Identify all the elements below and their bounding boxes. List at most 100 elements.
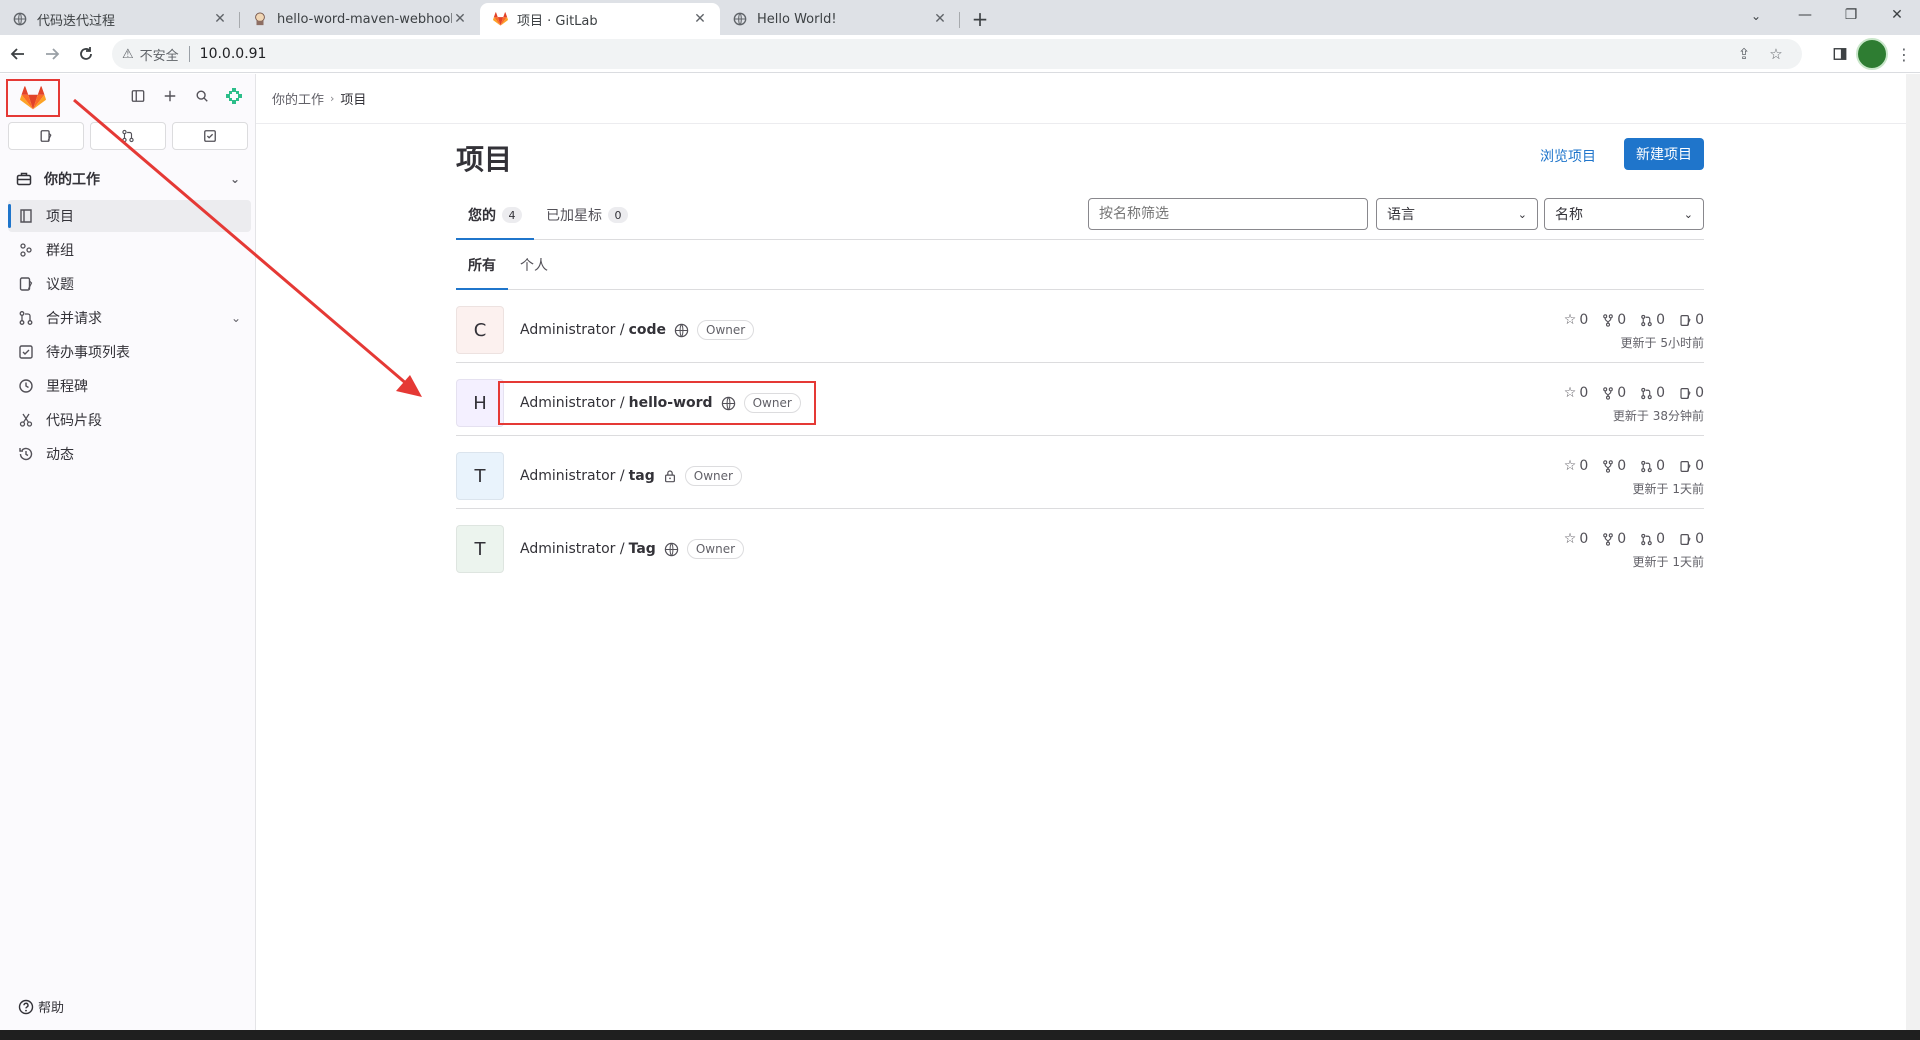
merge-requests-count[interactable]: 0: [1640, 312, 1665, 328]
merge-requests-button[interactable]: [90, 122, 166, 150]
forward-icon[interactable]: [36, 38, 68, 70]
globe-icon: [674, 323, 689, 338]
project-name: tag: [628, 468, 655, 484]
share-icon[interactable]: ⇪: [1728, 45, 1760, 63]
tab-search-chevron-icon[interactable]: ⌄: [1742, 4, 1770, 28]
project-list: C Administrator / code Owner ☆ 0 0 0 0 更新…: [456, 290, 1704, 582]
forks-count[interactable]: 0: [1602, 312, 1626, 328]
sidebar-item-groups[interactable]: 群组: [8, 234, 251, 266]
subtabs: 所有 个人: [456, 240, 1704, 290]
sidebar-item-issues[interactable]: 议题: [8, 268, 251, 300]
stars-count[interactable]: ☆ 0: [1564, 312, 1588, 328]
new-project-button[interactable]: 新建项目: [1624, 138, 1704, 170]
issues-icon: [1680, 387, 1691, 399]
tab-starred[interactable]: 已加星标 0: [534, 190, 640, 240]
sort-select-value: 名称: [1555, 207, 1583, 223]
language-select-value: 语言: [1387, 207, 1415, 223]
merge-requests-count[interactable]: 0: [1640, 531, 1665, 547]
stars-count[interactable]: ☆ 0: [1564, 385, 1588, 401]
issues-count[interactable]: 0: [1679, 312, 1704, 328]
sidebar-section-title: 你的工作: [44, 172, 100, 188]
merge-requests-count[interactable]: 0: [1640, 458, 1665, 474]
close-tab-icon[interactable]: ✕: [692, 11, 708, 27]
create-new-icon[interactable]: [154, 84, 186, 108]
restore-icon[interactable]: ❐: [1828, 0, 1874, 30]
browser-tab-active[interactable]: 项目 · GitLab ✕: [480, 3, 720, 35]
reload-icon[interactable]: [70, 38, 102, 70]
close-tab-icon[interactable]: ✕: [452, 11, 468, 27]
project-name-link[interactable]: Administrator / code Owner: [520, 320, 755, 340]
breadcrumb-current[interactable]: 项目: [340, 89, 366, 108]
issues-count[interactable]: 0: [1679, 458, 1704, 474]
sidebar-item-merge-requests[interactable]: 合并请求 ⌄: [8, 302, 251, 334]
security-label[interactable]: 不安全: [140, 45, 179, 64]
address-url[interactable]: 10.0.0.91: [200, 46, 267, 62]
globe-icon: [732, 11, 748, 27]
filter-by-name-input[interactable]: [1088, 198, 1368, 230]
collapse-sidebar-icon[interactable]: [122, 84, 154, 108]
project-name-link[interactable]: Administrator / tag Owner: [520, 466, 742, 486]
project-avatar[interactable]: C: [456, 306, 504, 354]
forks-count[interactable]: 0: [1602, 531, 1626, 547]
page-scrollbar[interactable]: [1906, 74, 1920, 1030]
back-icon[interactable]: [2, 38, 34, 70]
project-avatar[interactable]: T: [456, 452, 504, 500]
minimize-icon[interactable]: —: [1782, 0, 1828, 30]
briefcase-icon: [16, 171, 34, 187]
issues-icon: [1680, 314, 1691, 326]
breadcrumb-parent[interactable]: 你的工作: [272, 89, 324, 108]
address-bar[interactable]: ⚠ 不安全 10.0.0.91 ⇪ ☆: [112, 39, 1802, 69]
warning-icon[interactable]: ⚠: [122, 47, 134, 62]
issues-count[interactable]: 0: [1679, 531, 1704, 547]
star-icon: ☆: [1563, 458, 1577, 474]
tab-yours[interactable]: 您的 4: [456, 190, 534, 240]
issues-count[interactable]: 0: [1679, 385, 1704, 401]
project-name-link[interactable]: Administrator / hello-word Owner: [498, 381, 816, 425]
sort-select[interactable]: 名称 ⌄: [1544, 198, 1704, 230]
sidebar-item-projects[interactable]: 项目: [8, 200, 251, 232]
project-name-link[interactable]: Administrator / Tag Owner: [520, 539, 745, 559]
forks-count[interactable]: 0: [1602, 458, 1626, 474]
subtab-all[interactable]: 所有: [456, 240, 508, 290]
updated-time: 更新于 1天前: [1632, 482, 1704, 496]
project-avatar[interactable]: T: [456, 525, 504, 573]
explore-projects-link[interactable]: 浏览项目: [1540, 146, 1596, 166]
language-select[interactable]: 语言 ⌄: [1376, 198, 1538, 230]
subtab-personal[interactable]: 个人: [508, 240, 560, 290]
close-tab-icon[interactable]: ✕: [932, 11, 948, 27]
merge-request-icon: [122, 129, 134, 143]
sidebar-section-your-work[interactable]: 你的工作 ⌄: [8, 162, 248, 196]
todo-icon: [204, 130, 216, 142]
help-icon: [18, 999, 34, 1015]
bookmark-star-icon[interactable]: ☆: [1760, 45, 1792, 63]
browser-tab[interactable]: hello-word-maven-webhook [ ✕: [240, 3, 480, 35]
sidebar-item-activity[interactable]: 动态: [8, 438, 251, 470]
browser-tab[interactable]: Hello World! ✕: [720, 3, 960, 35]
forks-count[interactable]: 0: [1602, 385, 1626, 401]
project-avatar[interactable]: H: [456, 379, 504, 427]
merge-requests-count[interactable]: 0: [1640, 385, 1665, 401]
sidebar-item-label: 待办事项列表: [46, 345, 130, 361]
stars-count[interactable]: ☆ 0: [1564, 531, 1588, 547]
more-menu-icon[interactable]: ⋮: [1888, 38, 1920, 70]
sidebar-item-milestones[interactable]: 里程碑: [8, 370, 251, 402]
profile-avatar[interactable]: [1856, 38, 1888, 70]
search-icon[interactable]: [186, 84, 218, 108]
assigned-issues-button[interactable]: [8, 122, 84, 150]
browser-tab[interactable]: 代码迭代过程 ✕: [0, 3, 240, 35]
sidebar-item-todo[interactable]: 待办事项列表: [8, 336, 251, 368]
stars-count[interactable]: ☆ 0: [1564, 458, 1588, 474]
fork-icon: [1603, 386, 1614, 400]
user-avatar-icon[interactable]: [218, 84, 250, 108]
gitlab-logo[interactable]: [6, 79, 60, 117]
fork-icon: [1603, 532, 1614, 546]
sidebar-item-snippets[interactable]: 代码片段: [8, 404, 251, 436]
help-button[interactable]: 帮助: [18, 997, 64, 1016]
sidepanel-icon[interactable]: [1824, 38, 1856, 70]
close-tab-icon[interactable]: ✕: [212, 11, 228, 27]
new-tab-button[interactable]: +: [964, 3, 996, 35]
todo-button[interactable]: [172, 122, 248, 150]
issues-icon: [40, 130, 52, 142]
project-stats: ☆ 0 0 0 0: [1564, 312, 1704, 328]
close-window-icon[interactable]: ✕: [1874, 0, 1920, 30]
